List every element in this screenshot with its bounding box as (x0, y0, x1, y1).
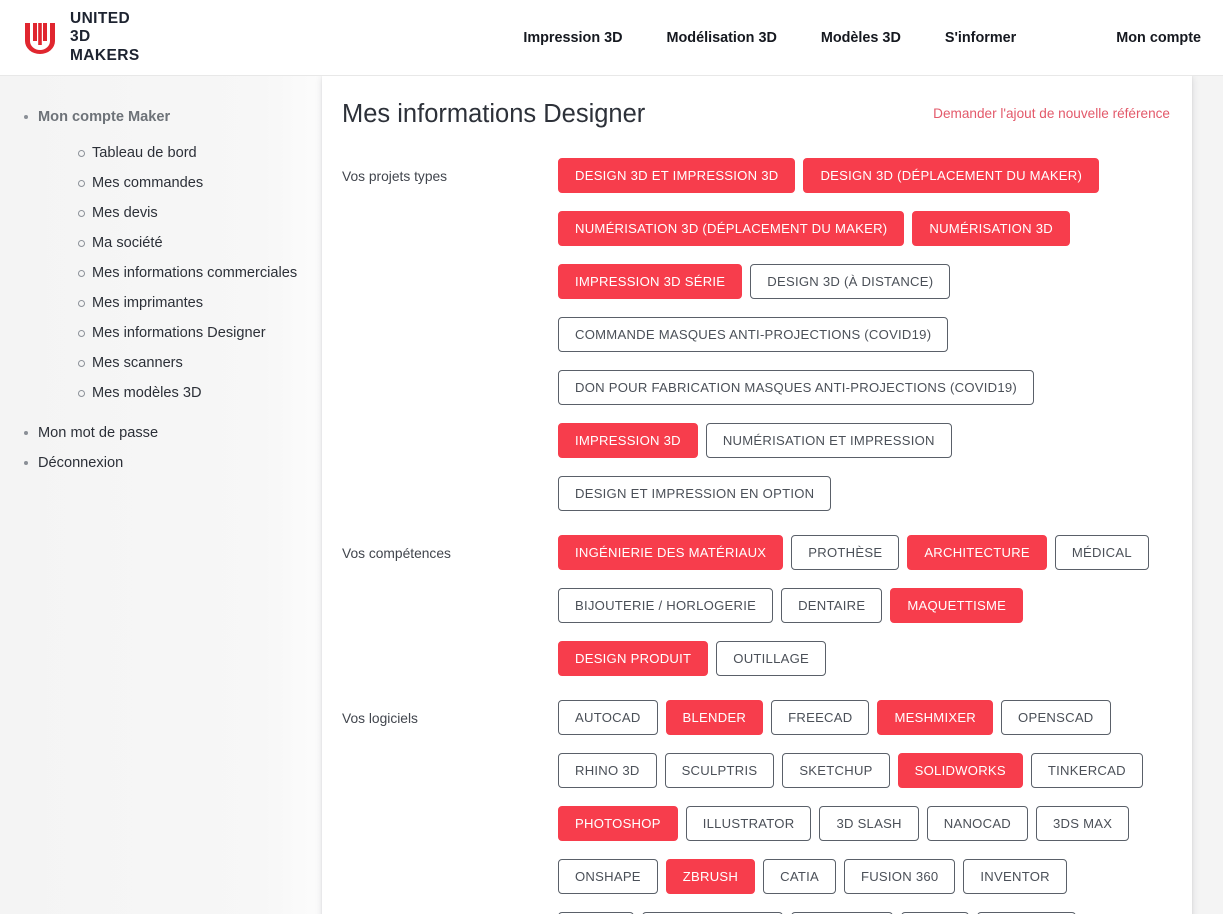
sidebar-item-mon-mot-de-passe[interactable]: Mon mot de passe (0, 418, 322, 448)
nav-item-s-informer[interactable]: S'informer (923, 30, 1038, 46)
sidebar-item-label[interactable]: Mes modèles 3D (92, 385, 202, 401)
tag-3d-slash[interactable]: 3D SLASH (819, 806, 919, 841)
field-row-vos-logiciels: Vos logiciels AUTOCAD BLENDER FREECAD MESHMI… (342, 700, 1170, 914)
tag-tinkercad[interactable]: TINKERCAD (1030, 753, 1143, 788)
sidebar-item-label[interactable]: Mon mot de passe (38, 425, 158, 441)
sidebar-sublist: Tableau de bord Mes commandes Mes devis … (38, 138, 322, 408)
tag-prothese[interactable]: PROTHÈSE (791, 535, 900, 570)
request-new-reference-link[interactable]: Demander l'ajout de nouvelle référence (933, 106, 1170, 121)
sidebar-item-label[interactable]: Ma société (92, 235, 163, 251)
sidebar-item-mes-imprimantes[interactable]: Mes imprimantes (38, 288, 322, 318)
tag-commande-masques-anti-projections-covid19[interactable]: COMMANDE MASQUES ANTI-PROJECTIONS (COVID… (558, 317, 949, 352)
tag-design-3d-deplacement-du-maker[interactable]: DESIGN 3D (DÉPLACEMENT DU MAKER) (803, 158, 1100, 193)
page-wrapper: Mon compte Maker Tableau de bord Mes com… (0, 76, 1223, 914)
sidebar-item-mes-scanners[interactable]: Mes scanners (38, 348, 322, 378)
tag-design-3d-et-impression-3d[interactable]: DESIGN 3D ET IMPRESSION 3D (558, 158, 796, 193)
sections-host: Vos projets types DESIGN 3D ET IMPRESSION… (342, 158, 1170, 914)
tag-sketchup[interactable]: SKETCHUP (782, 753, 890, 788)
tag-illustrator[interactable]: ILLUSTRATOR (685, 806, 812, 841)
sidebar-item-label[interactable]: Tableau de bord (92, 145, 197, 161)
tag-maquettisme[interactable]: MAQUETTISME (890, 588, 1024, 623)
sidebar-item-ma-societe[interactable]: Ma société (38, 228, 322, 258)
tag-numerisation-3d[interactable]: NUMÉRISATION 3D (912, 211, 1070, 246)
sidebar-item-label[interactable]: Mes informations commerciales (92, 265, 297, 281)
designer-info-card: Mes informations Designer Demander l'ajo… (322, 76, 1192, 914)
field-row-vos-competences: Vos compétences INGÉNIERIE DES MATÉRIAUX P… (342, 535, 1170, 676)
tag-group-vos-logiciels: AUTOCAD BLENDER FREECAD MESHMIXER OPENSCAD RH… (558, 700, 1170, 914)
sidebar-item-mes-informations-designer[interactable]: Mes informations Designer (38, 318, 322, 348)
sidebar-item-label[interactable]: Mes devis (92, 205, 158, 221)
tag-group-vos-projets-types: DESIGN 3D ET IMPRESSION 3D DESIGN 3D (DÉP… (558, 158, 1170, 511)
main-navigation: Impression 3D Modélisation 3D Modèles 3D… (501, 30, 1223, 46)
sidebar-item-mes-informations-commerciales[interactable]: Mes informations commerciales (38, 258, 322, 288)
tag-nanocad[interactable]: NANOCAD (926, 806, 1029, 841)
tag-3ds-max[interactable]: 3DS MAX (1036, 806, 1130, 841)
sidebar-item-deconnexion[interactable]: Déconnexion (0, 448, 322, 478)
tag-group-vos-competences: INGÉNIERIE DES MATÉRIAUX PROTHÈSE ARCHITEC… (558, 535, 1170, 676)
tag-impression-3d-serie[interactable]: IMPRESSION 3D SÉRIE (558, 264, 743, 299)
tag-zbrush[interactable]: ZBRUSH (665, 859, 756, 894)
sidebar-group-label: Mon compte Maker (38, 109, 171, 125)
tag-dentaire[interactable]: DENTAIRE (781, 588, 883, 623)
tag-blender[interactable]: BLENDER (665, 700, 764, 735)
tag-impression-3d[interactable]: IMPRESSION 3D (558, 423, 698, 458)
account-sidebar: Mon compte Maker Tableau de bord Mes com… (0, 76, 322, 914)
tag-autocad[interactable]: AUTOCAD (558, 700, 658, 735)
tag-rhino-3d[interactable]: RHINO 3D (558, 753, 657, 788)
field-label: Vos projets types (342, 169, 448, 184)
nav-item-mon-compte[interactable]: Mon compte (1094, 30, 1223, 46)
tag-design-produit[interactable]: DESIGN PRODUIT (558, 641, 709, 676)
tag-architecture[interactable]: ARCHITECTURE (907, 535, 1047, 570)
page-title: Mes informations Designer (342, 100, 646, 128)
tag-openscad[interactable]: OPENSCAD (1001, 700, 1111, 735)
sidebar-item-label[interactable]: Mes imprimantes (92, 295, 203, 311)
sidebar-item-label[interactable]: Mes commandes (92, 175, 203, 191)
tag-sculptris[interactable]: SCULPTRIS (664, 753, 775, 788)
tag-numerisation-3d-deplacement-du-maker[interactable]: NUMÉRISATION 3D (DÉPLACEMENT DU MAKER) (558, 211, 905, 246)
sidebar-item-label[interactable]: Déconnexion (38, 455, 123, 471)
card-header: Mes informations Designer Demander l'ajo… (342, 94, 1170, 134)
tag-numerisation-et-impression[interactable]: NUMÉRISATION ET IMPRESSION (705, 423, 952, 458)
tag-fusion-360[interactable]: FUSION 360 (843, 859, 956, 894)
tag-outillage[interactable]: OUTILLAGE (716, 641, 827, 676)
sidebar-item-tableau-de-bord[interactable]: Tableau de bord (38, 138, 322, 168)
field-label: Vos logiciels (342, 711, 418, 726)
tag-meshmixer[interactable]: MESHMIXER (877, 700, 994, 735)
tag-ingenierie-des-materiaux[interactable]: INGÉNIERIE DES MATÉRIAUX (558, 535, 784, 570)
sidebar-item-label[interactable]: Mes scanners (92, 355, 183, 371)
tag-photoshop[interactable]: PHOTOSHOP (558, 806, 678, 841)
united-3d-makers-logo-icon (22, 21, 58, 55)
brand-logo-link[interactable]: UNITED 3D MAKERS (22, 10, 146, 65)
field-label: Vos compétences (342, 546, 451, 561)
tag-solidworks[interactable]: SOLIDWORKS (897, 753, 1023, 788)
sidebar-item-mes-devis[interactable]: Mes devis (38, 198, 322, 228)
tag-medical[interactable]: MÉDICAL (1054, 535, 1149, 570)
field-row-vos-projets-types: Vos projets types DESIGN 3D ET IMPRESSION… (342, 158, 1170, 511)
nav-item-modeles-3d[interactable]: Modèles 3D (799, 30, 923, 46)
tag-inventor[interactable]: INVENTOR (963, 859, 1067, 894)
nav-item-impression-3d[interactable]: Impression 3D (501, 30, 644, 46)
tag-design-3d-a-distance[interactable]: DESIGN 3D (À DISTANCE) (750, 264, 951, 299)
brand-name: UNITED 3D MAKERS (70, 10, 140, 64)
tag-onshape[interactable]: ONSHAPE (558, 859, 658, 894)
site-header: UNITED 3D MAKERS Impression 3D Modélisat… (0, 0, 1223, 76)
sidebar-nav-list: Mon compte Maker Tableau de bord Mes com… (0, 102, 322, 478)
tag-bijouterie-horlogerie[interactable]: BIJOUTERIE / HORLOGERIE (558, 588, 774, 623)
nav-item-modelisation-3d[interactable]: Modélisation 3D (645, 30, 799, 46)
tag-design-et-impression-en-option[interactable]: DESIGN ET IMPRESSION EN OPTION (558, 476, 832, 511)
sidebar-item-mes-modeles-3d[interactable]: Mes modèles 3D (38, 378, 322, 408)
sidebar-item-mes-commandes[interactable]: Mes commandes (38, 168, 322, 198)
sidebar-item-label[interactable]: Mes informations Designer (92, 325, 266, 341)
sidebar-group-mon-compte-maker: Mon compte Maker Tableau de bord Mes com… (0, 102, 322, 408)
tag-catia[interactable]: CATIA (763, 859, 836, 894)
tag-don-pour-fabrication-masques-anti-projections-covid19[interactable]: DON POUR FABRICATION MASQUES ANTI-PROJEC… (558, 370, 1035, 405)
tag-freecad[interactable]: FREECAD (771, 700, 870, 735)
